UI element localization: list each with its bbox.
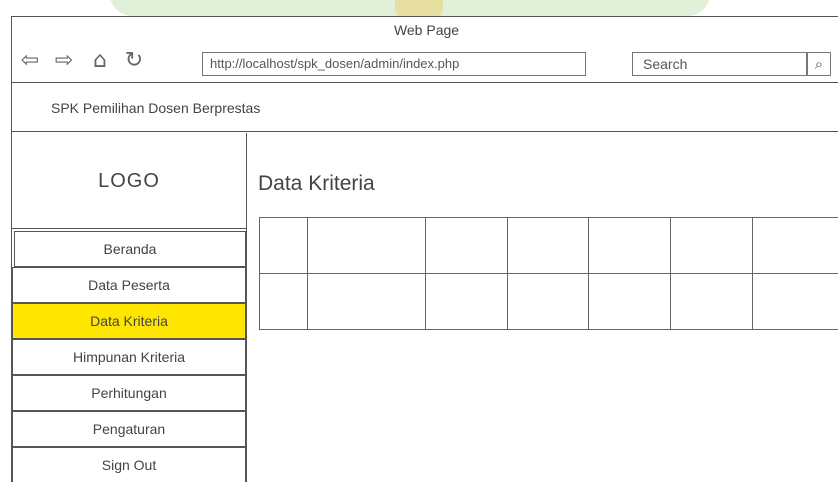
data-table <box>259 217 838 330</box>
window-title: Web Page <box>393 22 460 38</box>
table-cell <box>588 217 672 274</box>
sidebar-item-data-peserta[interactable]: Data Peserta <box>12 267 246 303</box>
app-header: SPK Pemilihan Dosen Berprestas <box>12 84 838 132</box>
search-input[interactable]: Search <box>632 52 807 76</box>
back-arrow-icon[interactable]: ⇦ <box>18 47 42 75</box>
table-cell <box>752 273 838 330</box>
sidebar-item-sign-out[interactable]: Sign Out <box>12 447 246 482</box>
page-title: Data Kriteria <box>258 172 375 195</box>
table-cell <box>588 273 672 330</box>
sidebar-item-data-kriteria[interactable]: Data Kriteria <box>12 303 246 339</box>
table-row <box>259 217 838 274</box>
table-cell <box>752 217 838 274</box>
address-bar[interactable]: http://localhost/spk_dosen/admin/index.p… <box>202 52 586 76</box>
table-cell <box>424 273 508 330</box>
table-cell <box>506 273 590 330</box>
refresh-icon[interactable]: ↻ <box>122 47 146 75</box>
table-cell <box>306 273 426 330</box>
sidebar-item-perhitungan[interactable]: Perhitungan <box>12 375 246 411</box>
forward-arrow-icon[interactable]: ⇨ <box>52 47 76 75</box>
app-title: SPK Pemilihan Dosen Berprestas <box>51 100 261 116</box>
table-cell <box>259 273 308 330</box>
search-icon[interactable]: ⌕ <box>807 52 831 76</box>
sidebar-item-pengaturan[interactable]: Pengaturan <box>12 411 246 447</box>
sidebar-item-himpunan-kriteria[interactable]: Himpunan Kriteria <box>12 339 246 375</box>
home-icon[interactable]: ⌂ <box>88 47 112 75</box>
table-cell <box>670 217 754 274</box>
table-cell <box>259 217 308 274</box>
browser-toolbar: ⇦ ⇨ ⌂ ↻ http://localhost/spk_dosen/admin… <box>12 43 838 83</box>
table-cell <box>506 217 590 274</box>
sidebar-item-beranda[interactable]: Beranda <box>14 231 246 267</box>
table-cell <box>306 217 426 274</box>
table-cell <box>424 217 508 274</box>
table-row <box>259 273 838 330</box>
table-cell <box>670 273 754 330</box>
sidebar: LOGO Beranda Data Peserta Data Kriteria … <box>12 133 247 482</box>
logo: LOGO <box>12 133 246 229</box>
